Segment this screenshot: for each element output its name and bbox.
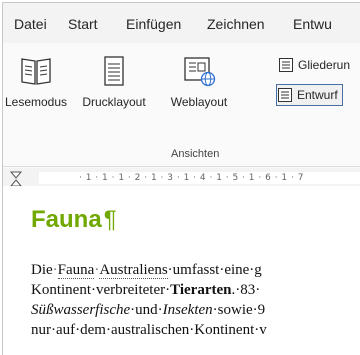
tab-start[interactable]: Start <box>68 16 98 32</box>
text-run: Australiens <box>99 262 168 279</box>
tab-einfuegen[interactable]: Einfügen <box>126 16 181 32</box>
text-run: Kontinent·verbreiteter· <box>31 282 171 298</box>
document-heading[interactable]: Fauna¶ <box>31 206 117 234</box>
read-mode-button[interactable]: Lesemodus <box>3 55 69 109</box>
text-run: ·umfasst·eine·g <box>167 262 262 278</box>
ribbon-tab-bar: Datei Start Einfügen Zeichnen Entwu <box>3 3 360 43</box>
web-layout-button[interactable]: Weblayout <box>164 55 234 109</box>
print-layout-label: Drucklayout <box>82 95 146 109</box>
text-run: Süßwasserfische <box>31 302 131 318</box>
document-body-text[interactable]: Die·Fauna·Australiens·umfasst·eine·g Kont… <box>31 260 360 340</box>
ribbon-divider <box>3 166 360 167</box>
print-layout-icon <box>104 56 124 86</box>
web-layout-icon <box>184 57 216 87</box>
text-run: ·und· <box>130 302 163 318</box>
text-run: .·83· <box>231 282 261 298</box>
horizontal-ruler[interactable]: · 1 · 1 · 1 · 2 · 1 · 3 · 1 · 4 · 1 · 5 … <box>3 170 360 184</box>
text-run: · <box>52 262 58 278</box>
text-run: Insekten <box>162 302 213 318</box>
outline-button[interactable]: Gliederun <box>278 55 350 75</box>
print-layout-button[interactable]: Drucklayout <box>81 55 147 109</box>
tab-datei[interactable]: Datei <box>14 16 47 32</box>
word-window: Datei Start Einfügen Zeichnen Entwu Lese… <box>2 2 360 355</box>
text-run: Fauna <box>57 262 95 279</box>
heading-text: Fauna <box>31 206 102 233</box>
text-line: Kontinent·verbreiteter·Tierarten.·83· <box>31 280 360 300</box>
draft-label: Entwurf <box>297 88 338 102</box>
ruler-strip: · 1 · 1 · 1 · 2 · 1 · 3 · 1 · 4 · 1 · 5 … <box>39 172 360 184</box>
text-line: nur·auf·dem·australischen·Kontinent·v <box>31 320 360 340</box>
ribbon-views-group: Lesemodus Drucklayout Weblayout Gliederu… <box>3 43 360 168</box>
draft-icon <box>278 88 292 102</box>
text-run: Die <box>31 262 53 278</box>
paragraph-mark: ¶ <box>103 206 117 233</box>
text-run: ·sowie·9 <box>212 302 266 318</box>
ruler-ticks: · 1 · 1 · 1 · 2 · 1 · 3 · 1 · 4 · 1 · 5 … <box>79 173 304 183</box>
text-line: Die·Fauna·Australiens·umfasst·eine·g <box>31 260 360 280</box>
tab-zeichnen[interactable]: Zeichnen <box>207 16 265 32</box>
read-mode-icon <box>21 58 51 85</box>
outline-icon <box>279 58 293 72</box>
text-run: Tierarten <box>170 282 232 298</box>
outline-label: Gliederun <box>298 58 351 72</box>
views-group-label: Ansichten <box>171 148 220 160</box>
read-mode-label: Lesemodus <box>4 95 68 109</box>
web-layout-label: Weblayout <box>170 95 228 109</box>
draft-button[interactable]: Entwurf <box>276 84 343 106</box>
text-line: Süßwasserfische·und·Insekten·sowie·9 <box>31 300 360 320</box>
document-page[interactable]: Fauna¶ Die·Fauna·Australiens·umfasst·ein… <box>3 186 360 355</box>
tab-entwurf[interactable]: Entwu <box>293 16 332 32</box>
text-run: nur·auf·dem·australischen·Kontinent·v <box>31 322 267 338</box>
